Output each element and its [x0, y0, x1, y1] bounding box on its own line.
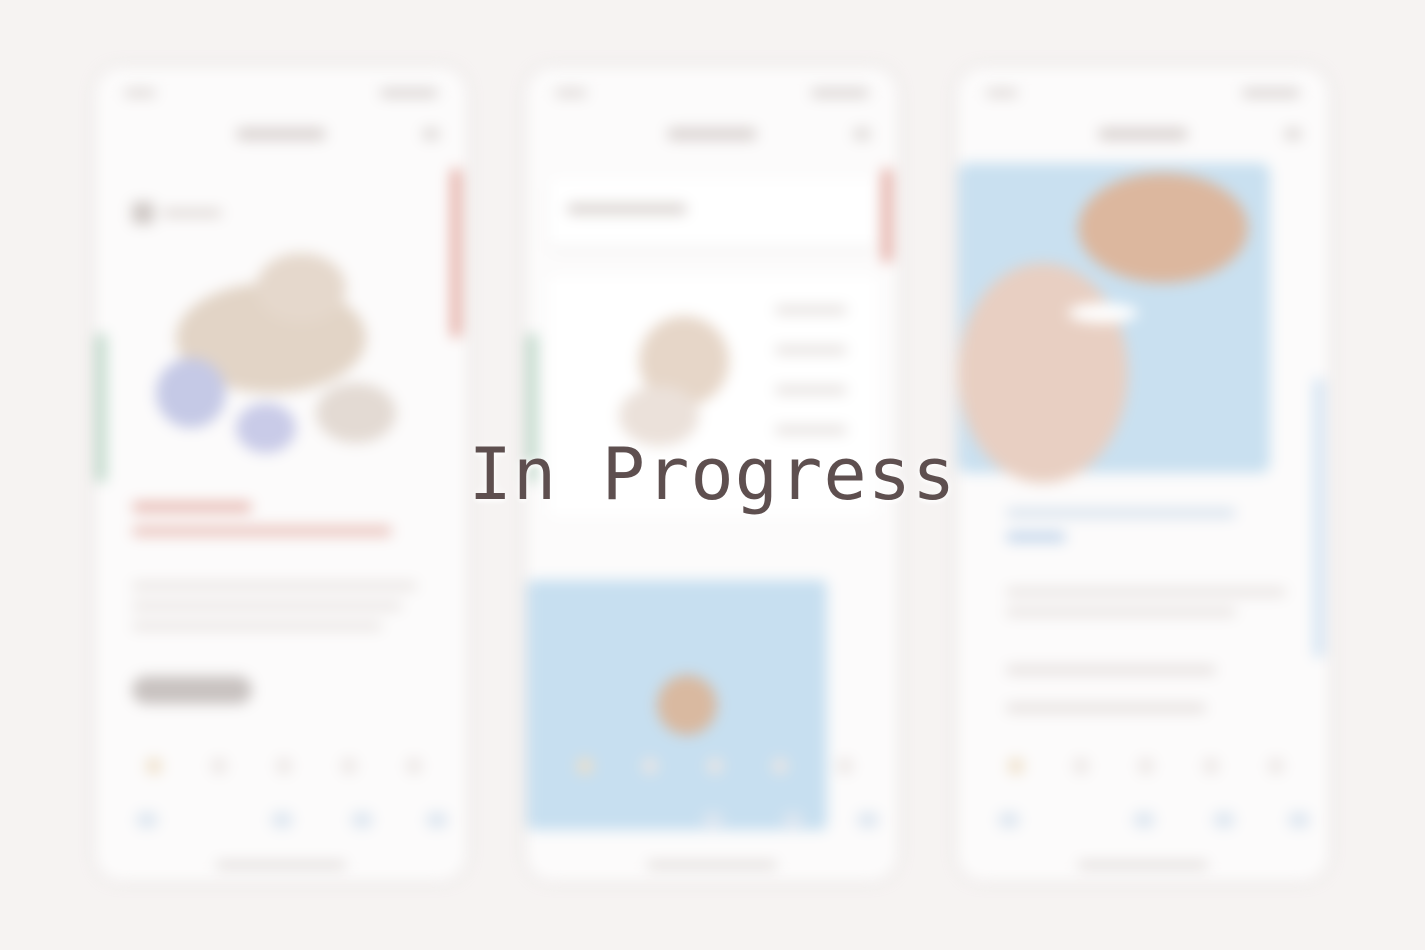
hero-photo: [958, 163, 1270, 483]
body-line: [1006, 666, 1216, 674]
info-card: [549, 178, 877, 246]
accent-strip-red: [882, 168, 892, 263]
nav-bar: [116, 124, 446, 144]
accent-strip-blue: [1314, 378, 1324, 658]
home-indicator: [647, 862, 777, 868]
body-line: [132, 622, 382, 630]
bottom-toolbar: [998, 812, 1310, 828]
body-line: [1006, 608, 1236, 616]
photo-image: [527, 580, 827, 830]
home-indicator: [216, 862, 346, 868]
tab-row: [988, 758, 1298, 774]
tag-label: [162, 209, 222, 217]
bottom-toolbar: [136, 812, 448, 828]
body-line: [1006, 588, 1286, 596]
body-line: [132, 602, 402, 610]
tab-row: [126, 758, 436, 774]
tag-icon: [132, 202, 154, 224]
status-bar: [555, 86, 869, 100]
status-bar: [986, 86, 1300, 100]
bottom-toolbar: [567, 812, 879, 828]
accent-strip-red: [451, 168, 461, 338]
status-bar: [124, 86, 438, 100]
action-button[interactable]: [132, 676, 252, 704]
headline-tag: [1006, 532, 1066, 542]
tab-row: [557, 758, 867, 774]
nav-bar: [978, 124, 1308, 144]
headline-line-2: [132, 526, 392, 536]
body-line: [132, 582, 417, 590]
home-indicator: [1078, 862, 1208, 868]
body-line: [1006, 704, 1206, 712]
in-progress-label: In Progress: [468, 432, 957, 516]
nav-bar: [547, 124, 877, 144]
